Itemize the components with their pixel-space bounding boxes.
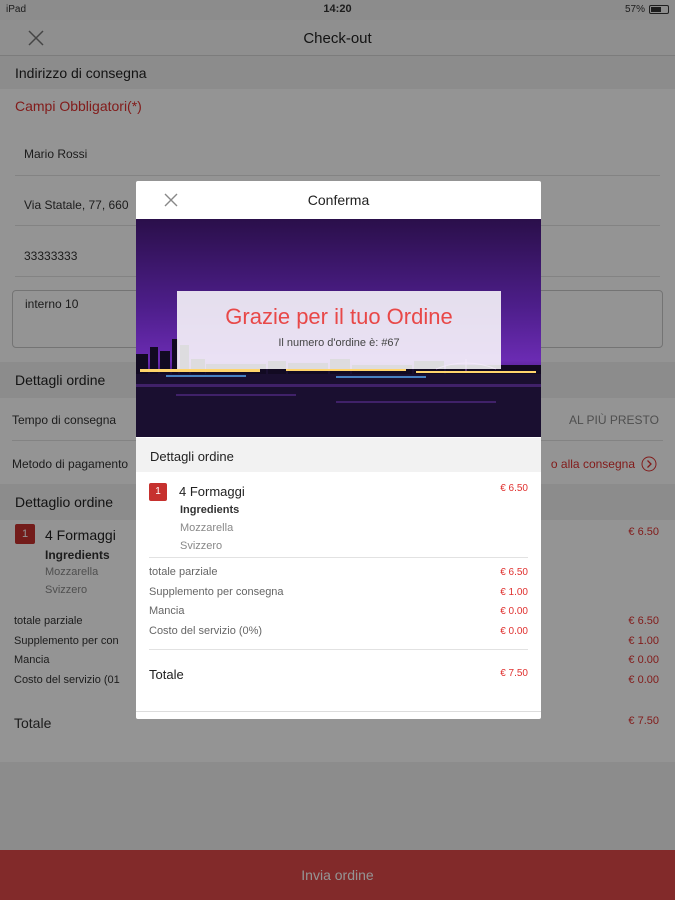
dialog-item-name: 4 Formaggi bbox=[179, 484, 245, 499]
quantity-badge: 1 bbox=[149, 483, 167, 501]
dialog-delivery-value: € 1.00 bbox=[500, 587, 528, 598]
thanks-banner: Grazie per il tuo Ordine Il numero d'ord… bbox=[177, 291, 501, 369]
dialog-item-price: € 6.50 bbox=[500, 483, 528, 494]
dialog-tip-label: Mancia bbox=[149, 605, 185, 617]
thanks-title: Grazie per il tuo Ordine bbox=[225, 304, 453, 329]
confirm-dialog: Conferma Grazie per il tuo Ordine Il num… bbox=[136, 181, 541, 719]
dialog-subtotal-label: totale parziale bbox=[149, 566, 218, 578]
dialog-delivery-label: Supplemento per consegna bbox=[149, 586, 284, 598]
dialog-total-label: Totale bbox=[149, 667, 184, 682]
order-number: Il numero d'ordine è: #67 bbox=[278, 337, 400, 349]
city-skyline-image: Grazie per il tuo Ordine Il numero d'ord… bbox=[136, 219, 541, 437]
dialog-tip-value: € 0.00 bbox=[500, 606, 528, 617]
dialog-total-value: € 7.50 bbox=[500, 668, 528, 679]
divider bbox=[149, 557, 528, 558]
dialog-title: Conferma bbox=[307, 192, 370, 208]
dialog-service-label: Costo del servizio (0%) bbox=[149, 625, 263, 637]
divider bbox=[149, 649, 528, 650]
dialog-order-details-header: Dettagli ordine bbox=[136, 438, 541, 472]
dialog-subtotal-value: € 6.50 bbox=[500, 567, 528, 578]
dialog-service-value: € 0.00 bbox=[500, 626, 528, 637]
dialog-ingredient: Mozzarella bbox=[180, 522, 234, 534]
dialog-ingredient: Svizzero bbox=[180, 540, 223, 552]
dialog-ingredients-label: Ingredients bbox=[180, 504, 240, 516]
divider bbox=[136, 711, 541, 712]
